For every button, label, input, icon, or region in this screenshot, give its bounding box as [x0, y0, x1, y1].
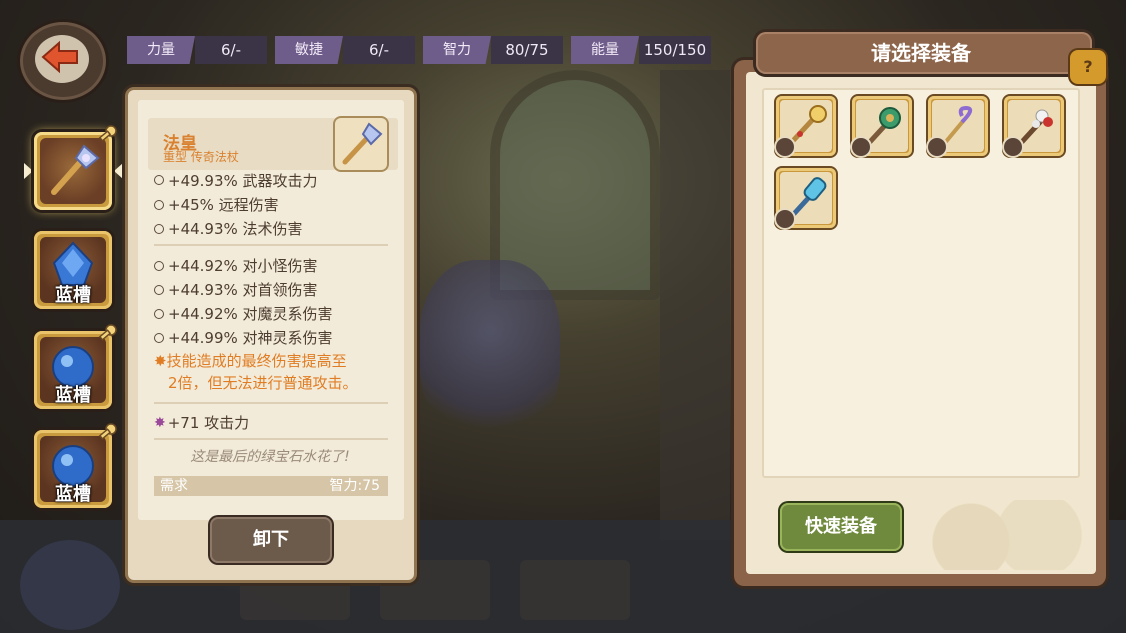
requirement-bar: 需求 智力:75 [154, 476, 388, 496]
attr-text: +45% 远程伤害 [168, 196, 279, 214]
staff-icon [51, 144, 100, 195]
select-panel-title: 请选择装备 [871, 41, 971, 65]
equipment-item[interactable] [852, 96, 912, 156]
equipment-item[interactable] [776, 96, 836, 156]
bullet-icon [154, 332, 164, 343]
requirement-label: 需求 [160, 478, 188, 494]
background-character [420, 260, 560, 440]
attr-text: +44.92% 对魔灵系伤害 [168, 305, 333, 323]
attr-line: +44.92% 对小怪伤害 [154, 255, 318, 276]
item-type: 重型 传奇法杖 [163, 150, 239, 164]
requirement-value: 智力:75 [329, 478, 380, 494]
wrench-icon [98, 125, 117, 142]
stat-energy: 能量 150/150 [571, 36, 711, 64]
lock-icon [1004, 138, 1022, 156]
attack-line: ✸ +71 攻击力 [154, 412, 249, 433]
back-arrow-icon [41, 40, 78, 74]
star-icon: ✸ [154, 352, 167, 370]
wrench-icon [98, 324, 117, 341]
equip-slot-weapon[interactable] [34, 125, 117, 210]
stats-bar: 力量 6/- 敏捷 6/- 智力 80/75 能量 150/150 [127, 36, 711, 64]
bullet-icon [154, 175, 164, 185]
slot-face [40, 138, 106, 204]
lock-icon [776, 210, 794, 228]
flavor-text: 这是最后的绿宝石水花了! [190, 449, 350, 465]
quick-equip-button[interactable]: 快速装备 [780, 503, 902, 551]
equip-slot-blue-3[interactable]: 蓝槽 [34, 423, 117, 508]
bullet-icon [154, 199, 164, 210]
attr-text: +44.93% 对首领伤害 [168, 281, 318, 299]
attr-line: +44.93% 对首领伤害 [154, 279, 318, 300]
stat-value: 6/- [195, 36, 267, 64]
slot-label: 蓝槽 [55, 285, 91, 306]
background-ui-ghost [520, 560, 630, 620]
background-shelf [660, 70, 730, 540]
attr-text: +44.99% 对神灵系伤害 [168, 329, 333, 347]
unequip-button[interactable]: 卸下 [210, 517, 332, 563]
attr-text: +44.93% 法术伤害 [168, 220, 303, 238]
equipment-item[interactable] [928, 96, 988, 156]
panel-decoration [920, 500, 1090, 570]
equipment-item[interactable] [1004, 96, 1064, 156]
help-button[interactable]: ? [1070, 50, 1106, 84]
slot-label: 蓝槽 [55, 385, 91, 406]
stat-value: 6/- [343, 36, 415, 64]
lock-icon [928, 138, 946, 156]
bullet-icon [154, 260, 164, 271]
stat-value: 150/150 [639, 36, 711, 64]
wrench-icon [98, 423, 117, 440]
attr-text: +49.93% 武器攻击力 [168, 172, 318, 188]
equipment-item[interactable] [776, 168, 836, 228]
bullet-icon [154, 223, 164, 234]
staff-icon [342, 122, 383, 165]
stat-label: 能量 [571, 36, 639, 64]
item-icon [335, 118, 387, 170]
attr-line: +44.92% 对魔灵系伤害 [154, 303, 333, 324]
divider [154, 402, 388, 404]
divider [154, 438, 388, 440]
attr-line: +44.99% 对神灵系伤害 [154, 327, 333, 348]
selected-arrow-left-icon [24, 163, 33, 179]
background-ui-ghost [20, 540, 120, 630]
star-icon: ✸ [154, 414, 166, 431]
stat-strength: 力量 6/- [127, 36, 267, 64]
stat-label: 敏捷 [275, 36, 343, 64]
stat-label: 智力 [423, 36, 491, 64]
lock-icon [776, 138, 794, 156]
attr-line: +45% 远程伤害 [154, 194, 279, 215]
special-text: 技能造成的最终伤害提高至 [166, 352, 347, 370]
special-effect: ✸技能造成的最终伤害提高至 2倍，但无法进行普通攻击。 [154, 350, 386, 394]
bullet-icon [154, 308, 164, 319]
special-text: 2倍，但无法进行普通攻击。 [168, 374, 358, 392]
equip-slot-blue-1[interactable]: 蓝槽 [34, 231, 112, 309]
stat-value: 80/75 [491, 36, 563, 64]
attr-text: +71 攻击力 [167, 414, 250, 432]
stat-agility: 敏捷 6/- [275, 36, 415, 64]
attr-line: +44.93% 法术伤害 [154, 218, 303, 239]
selected-arrow-right-icon [114, 163, 123, 179]
slot-label: 蓝槽 [55, 484, 91, 505]
divider [154, 244, 388, 246]
stat-label: 力量 [127, 36, 195, 64]
bullet-icon [154, 284, 164, 295]
attr-line: +49.93% 武器攻击力 [154, 172, 318, 188]
back-button[interactable] [20, 22, 106, 100]
stat-intelligence: 智力 80/75 [423, 36, 563, 64]
attr-text: +44.92% 对小怪伤害 [168, 257, 318, 275]
lock-icon [852, 138, 870, 156]
equip-slot-blue-2[interactable]: 蓝槽 [34, 324, 117, 409]
